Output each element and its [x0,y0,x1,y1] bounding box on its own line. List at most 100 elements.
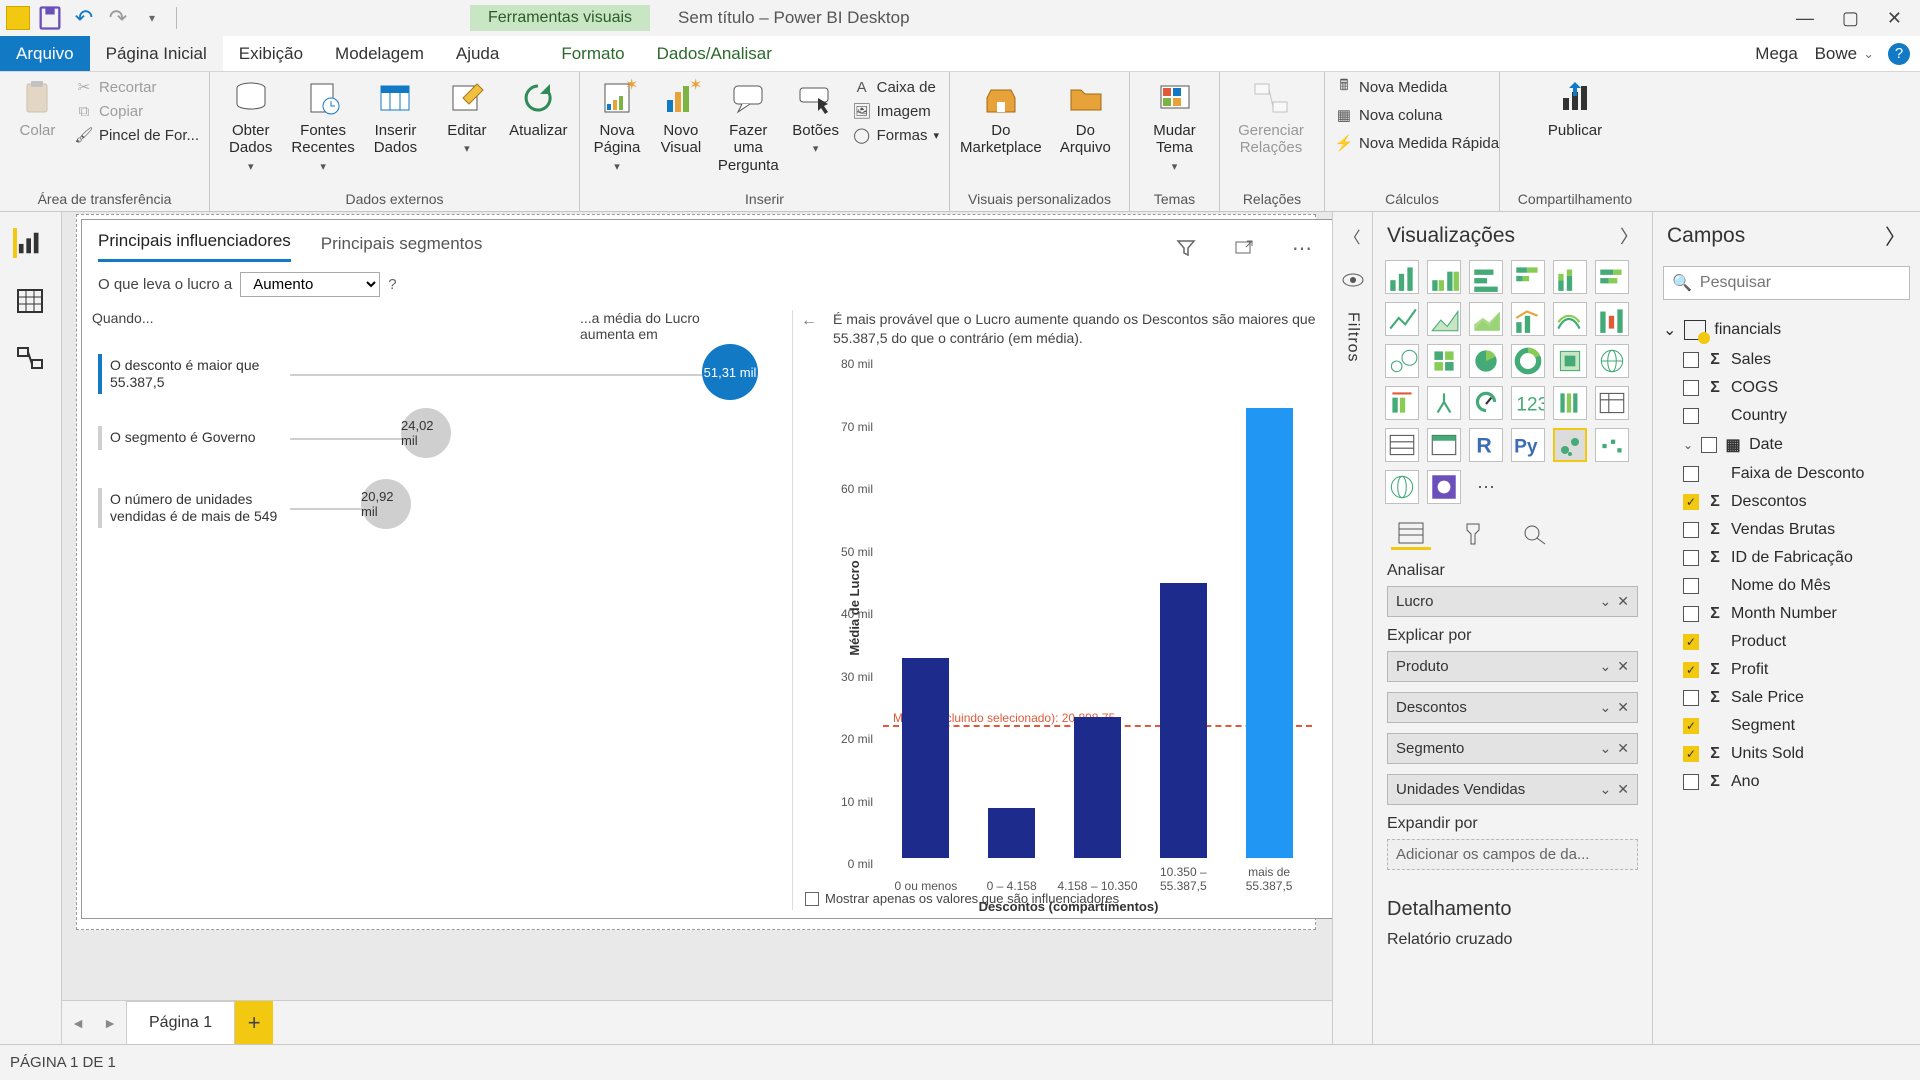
viz-type-tile[interactable] [1553,302,1587,336]
field-checkbox[interactable] [1683,522,1699,538]
influencer-bubble[interactable]: 24,02 mil [401,408,451,458]
field-checkbox[interactable] [1683,380,1699,396]
field-checkbox[interactable]: ✓ [1683,634,1699,650]
refresh-button[interactable]: Atualizar [508,78,569,139]
viz-type-tile[interactable] [1595,386,1629,420]
remove-field-icon[interactable]: ✕ [1617,740,1629,757]
page-nav-next[interactable]: ► [94,1001,126,1044]
table-header[interactable]: ⌄ financials [1661,314,1912,346]
chevron-down-icon[interactable]: ⌄ [1600,740,1612,757]
viz-type-tile[interactable] [1427,428,1461,462]
tab-home[interactable]: Página Inicial [90,36,223,71]
new-column-button[interactable]: ▦Nova coluna [1335,106,1499,124]
close-icon[interactable]: ✕ [1887,8,1902,29]
field-checkbox[interactable] [1683,774,1699,790]
influencer-bubble[interactable]: 20,92 mil [361,479,411,529]
report-view-button[interactable] [13,228,49,258]
tab-file[interactable]: Arquivo [0,36,90,71]
field-item[interactable]: Nome do Mês [1661,572,1912,600]
viz-type-tile[interactable] [1427,386,1461,420]
qat-dropdown-icon[interactable]: ▾ [138,4,166,32]
well-tab-format[interactable] [1453,518,1493,550]
viz-type-tile[interactable] [1469,344,1503,378]
well-tab-analytics[interactable] [1515,518,1555,550]
new-page-button[interactable]: ✶Nova Página [590,78,644,174]
chevron-down-icon[interactable]: ⌄ [1600,781,1612,798]
chart-bar[interactable] [1074,717,1121,858]
minimize-icon[interactable]: — [1796,8,1814,29]
chart-bar[interactable] [1246,408,1293,858]
field-item[interactable]: ΣVendas Brutas [1661,516,1912,544]
field-item[interactable]: ✓Segment [1661,712,1912,740]
field-checkbox[interactable]: ✓ [1683,718,1699,734]
field-item[interactable]: ✓ΣProfit [1661,656,1912,684]
remove-field-icon[interactable]: ✕ [1617,781,1629,798]
influencer-row[interactable]: O segmento é Governo 24,02 mil [98,426,280,450]
data-view-button[interactable] [13,286,49,316]
expand-by-well[interactable]: Adicionar os campos de da... [1387,839,1638,870]
field-item[interactable]: ✓ΣUnits Sold [1661,740,1912,768]
tab-format[interactable]: Formato [545,36,640,71]
help-icon[interactable]: ? [1888,43,1910,65]
explain-by-field-well[interactable]: Descontos⌄✕ [1387,692,1638,723]
explain-by-field-well[interactable]: Unidades Vendidas⌄✕ [1387,774,1638,805]
explain-by-field-well[interactable]: Produto⌄✕ [1387,651,1638,682]
from-file-button[interactable]: Do Arquivo [1052,78,1119,157]
collapse-table-icon[interactable]: ⌄ [1663,320,1676,340]
undo-icon[interactable]: ↶ [70,4,98,32]
viz-type-tile[interactable] [1553,260,1587,294]
report-canvas[interactable]: Principais influenciadores Principais se… [62,212,1332,1044]
shapes-button[interactable]: ◯Formas ▾ [853,126,939,144]
viz-type-tile[interactable] [1469,302,1503,336]
field-item[interactable]: ✓Product [1661,628,1912,656]
maximize-icon[interactable]: ▢ [1842,8,1859,29]
viz-type-tile[interactable] [1553,428,1587,462]
chevron-down-icon[interactable]: ⌄ [1600,699,1612,716]
viz-type-tile[interactable] [1469,260,1503,294]
viz-type-tile[interactable] [1427,344,1461,378]
edit-queries-button[interactable]: Editar [436,78,497,157]
field-checkbox[interactable] [1683,690,1699,706]
chevron-down-icon[interactable]: ⌄ [1600,593,1612,610]
field-item[interactable]: ✓ΣDescontos [1661,488,1912,516]
redo-icon[interactable]: ↷ [104,4,132,32]
field-checkbox[interactable] [1683,352,1699,368]
switch-theme-button[interactable]: Mudar Tema [1140,78,1209,174]
page-tab[interactable]: Página 1 [126,1001,235,1044]
focus-mode-icon[interactable] [1230,234,1258,262]
tab-modeling[interactable]: Modelagem [319,36,440,71]
explain-by-field-well[interactable]: Segmento⌄✕ [1387,733,1638,764]
field-item[interactable]: ΣMonth Number [1661,600,1912,628]
search-input[interactable] [1700,274,1907,292]
remove-field-icon[interactable]: ✕ [1617,699,1629,716]
field-checkbox[interactable]: ✓ [1683,662,1699,678]
ask-question-button[interactable]: Fazer uma Pergunta [718,78,779,174]
model-view-button[interactable] [13,344,49,374]
filters-eye-icon[interactable] [1341,268,1365,292]
viz-type-tile[interactable]: 123 [1511,386,1545,420]
chart-bar[interactable] [902,658,949,858]
viz-type-tile[interactable] [1595,302,1629,336]
viz-type-tile[interactable] [1553,386,1587,420]
more-options-icon[interactable]: ⋯ [1288,234,1316,262]
viz-type-tile[interactable]: R [1469,428,1503,462]
remove-field-icon[interactable]: ✕ [1617,593,1629,610]
field-item[interactable]: ⌄▦Date [1661,430,1912,460]
fields-search[interactable]: 🔍 [1663,266,1910,300]
publish-button[interactable]: Publicar [1534,78,1616,139]
tab-top-segments[interactable]: Principais segmentos [321,234,483,262]
field-item[interactable]: Country [1661,402,1912,430]
influencer-bubble[interactable]: 51,31 mil [702,344,758,400]
field-item[interactable]: ΣAno [1661,768,1912,796]
viz-type-tile[interactable] [1427,470,1461,504]
viz-type-tile[interactable] [1385,260,1419,294]
textbox-button[interactable]: ACaixa de [853,78,939,96]
viz-type-tile[interactable] [1385,428,1419,462]
chart-bar[interactable] [1160,583,1207,858]
key-influencers-visual[interactable]: Principais influenciadores Principais se… [81,219,1332,919]
field-item[interactable]: ΣSale Price [1661,684,1912,712]
enter-data-button[interactable]: Inserir Dados [365,78,426,157]
field-item[interactable]: ΣSales [1661,346,1912,374]
tab-view[interactable]: Exibição [223,36,319,71]
new-measure-button[interactable]: 🖩Nova Medida [1335,78,1499,96]
